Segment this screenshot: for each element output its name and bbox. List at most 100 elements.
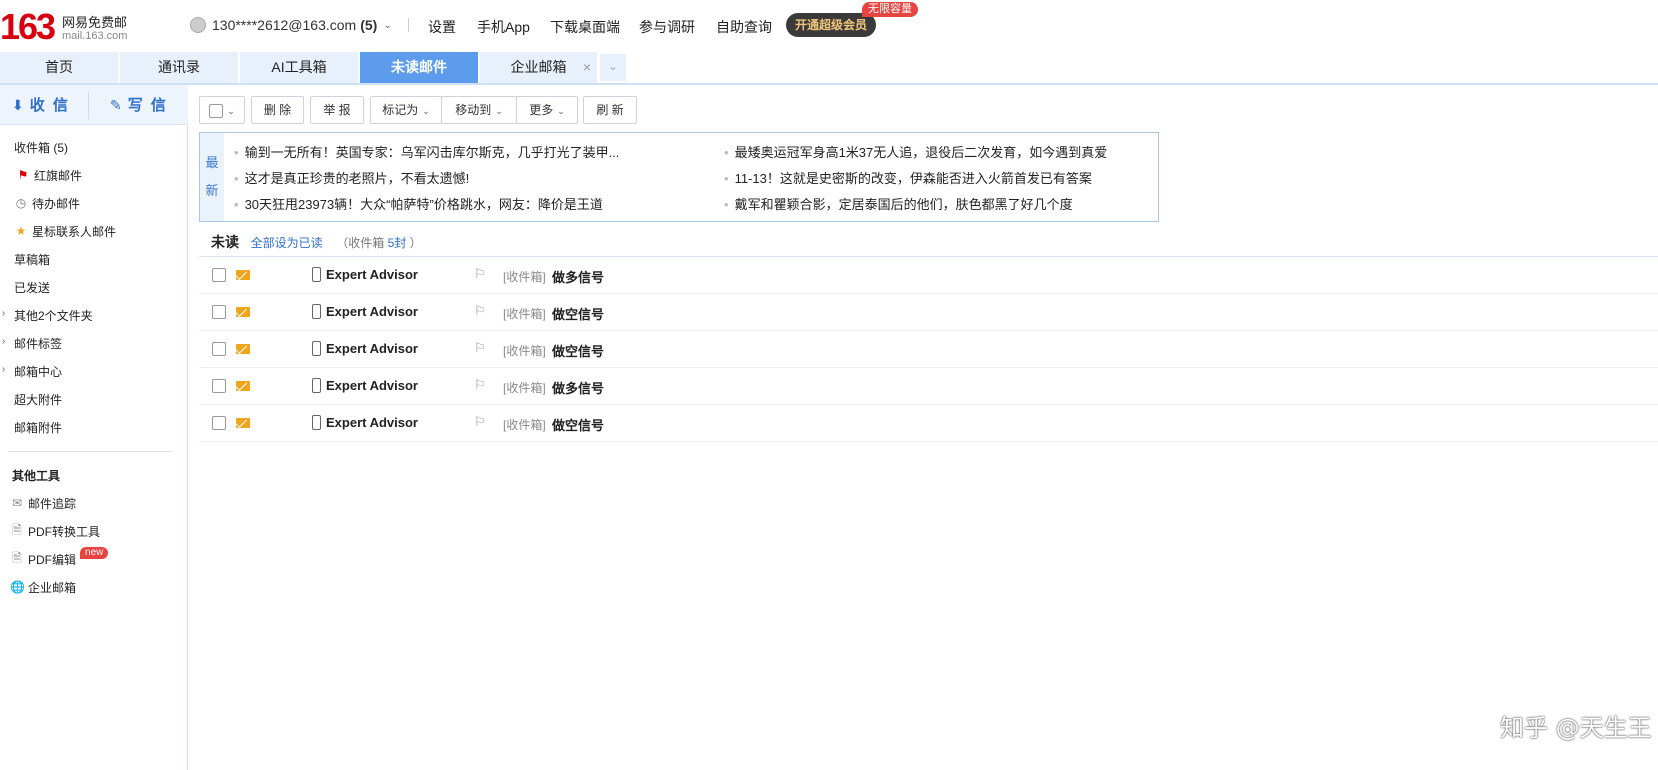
report-button[interactable]: 举 报 — [310, 96, 364, 124]
folder-label: 星标联系人邮件 — [32, 224, 117, 239]
move-to-label: 移动到 — [455, 103, 492, 117]
folder-label: 收件箱 (5) — [14, 140, 69, 155]
bullet-icon: • — [724, 171, 729, 186]
mobile-app-link[interactable]: 手机App — [477, 17, 530, 37]
receive-button[interactable]: ⬇ 收 信 — [12, 85, 70, 125]
move-to-dropdown[interactable]: 移动到 ⌄ — [441, 96, 517, 124]
row-checkbox[interactable] — [212, 379, 226, 393]
folder-starred-contacts[interactable]: ★ 星标联系人邮件 — [14, 222, 116, 240]
news-item[interactable]: • 30天狂甩23973辆！大众“帕萨特”价格跳水，网友：降价是王道 — [234, 194, 603, 213]
mail-subject: 做空信号 — [552, 307, 605, 322]
mail-row[interactable]: Expert Advisor ⚐ [收件箱] 做空信号 — [199, 294, 1658, 331]
mark-all-read-link[interactable]: 全部设为已读 — [251, 236, 323, 250]
folder-inbox[interactable]: 收件箱 (5) — [14, 138, 68, 156]
tool-pdf-edit[interactable]: 🗎 PDF编辑 new — [10, 547, 109, 568]
account-email: 130****2612@163.com — [212, 17, 357, 33]
folder-label: 已发送 — [14, 280, 51, 295]
folder-label: 超大附件 — [14, 392, 63, 407]
close-icon[interactable]: × — [583, 52, 591, 83]
folder-mail-center[interactable]: 邮箱中心 — [14, 362, 62, 380]
folder-large-attachments[interactable]: 超大附件 — [14, 390, 62, 408]
news-item[interactable]: • 戴军和瞿颖合影，定居泰国后的他们，肤色都黑了好几个度 — [724, 194, 1073, 213]
flag-icon[interactable]: ⚐ — [474, 266, 486, 282]
inbox-count-link[interactable]: 5封 — [388, 236, 407, 250]
mail-row[interactable]: Expert Advisor ⚐ [收件箱] 做多信号 — [199, 257, 1658, 294]
tab-more-chevron-icon[interactable]: ⌄ — [600, 54, 626, 81]
chevron-right-icon[interactable]: › — [2, 364, 5, 375]
mail-folder: [收件箱] — [503, 270, 546, 284]
mobile-phone-icon — [312, 341, 321, 356]
mail-row[interactable]: Expert Advisor ⚐ [收件箱] 做多信号 — [199, 368, 1658, 405]
chevron-down-icon: ⌄ — [227, 106, 235, 116]
row-checkbox[interactable] — [212, 342, 226, 356]
mail-sender: Expert Advisor — [326, 304, 418, 319]
mail-sender: Expert Advisor — [326, 415, 418, 430]
sidebar-actions: ⬇ 收 信 ✎ 写 信 — [0, 85, 188, 125]
select-all-dropdown[interactable]: ⌄ — [199, 96, 245, 124]
news-item[interactable]: • 11-13！这就是史密斯的改变，伊森能否进入火箭首发已有答案 — [724, 168, 1092, 187]
chevron-right-icon[interactable]: › — [2, 308, 5, 319]
watermark: 知乎 @天生王 — [1500, 714, 1652, 742]
flag-icon[interactable]: ⚐ — [474, 303, 486, 319]
survey-link[interactable]: 参与调研 — [639, 17, 695, 37]
tab-unread-mail[interactable]: 未读邮件 — [360, 52, 479, 83]
red-flag-icon: ⚑ — [17, 168, 29, 182]
flag-icon[interactable]: ⚐ — [474, 414, 486, 430]
mail-folder: [收件箱] — [503, 381, 546, 395]
more-dropdown[interactable]: 更多 ⌄ — [516, 96, 578, 124]
mail-folder: [收件箱] — [503, 307, 546, 321]
tab-contacts[interactable]: 通讯录 — [120, 52, 239, 83]
receive-label: 收 信 — [29, 97, 70, 114]
mail-subject: 做空信号 — [552, 344, 605, 359]
folder-other-folders[interactable]: 其他2个文件夹 — [14, 306, 93, 324]
row-checkbox[interactable] — [212, 268, 226, 282]
folder-sent[interactable]: 已发送 — [14, 278, 50, 296]
mail-folder: [收件箱] — [503, 344, 546, 358]
logo[interactable]: 163 — [0, 6, 56, 48]
news-item[interactable]: • 输到一无所有！英国专家：乌军闪击库尔斯克，几乎打光了装甲... — [234, 142, 619, 161]
settings-link[interactable]: 设置 — [428, 17, 456, 37]
tool-mail-tracking[interactable]: ✉ 邮件追踪 — [10, 494, 76, 512]
folder-label: 邮件标签 — [14, 336, 63, 351]
news-headline: 输到一无所有！英国专家：乌军闪击库尔斯克，几乎打光了装甲... — [244, 145, 620, 160]
select-all-checkbox[interactable] — [209, 103, 224, 118]
desktop-download-link[interactable]: 下载桌面端 — [550, 17, 620, 37]
mark-as-dropdown[interactable]: 标记为 ⌄ — [370, 96, 442, 124]
mail-row[interactable]: Expert Advisor ⚐ [收件箱] 做空信号 — [199, 331, 1658, 368]
mobile-phone-icon — [312, 415, 321, 430]
folder-todo[interactable]: ◷ 待办邮件 — [14, 194, 80, 212]
account-menu[interactable]: 130****2612@163.com (5) ⌄ — [190, 17, 392, 33]
unread-envelope-icon — [236, 270, 250, 280]
self-service-link[interactable]: 自助查询 — [716, 17, 772, 37]
folder-red-flag[interactable]: ⚑ 红旗邮件 — [16, 166, 82, 184]
bullet-icon: • — [234, 197, 239, 212]
mail-row[interactable]: Expert Advisor ⚐ [收件箱] 做空信号 — [199, 405, 1658, 442]
news-item[interactable]: • 最矮奥运冠军身高1米37无人追，退役后二次发育，如今遇到真爱 — [724, 142, 1107, 161]
tool-enterprise-mail[interactable]: 🌐 企业邮箱 — [10, 578, 76, 596]
folder-drafts[interactable]: 草稿箱 — [14, 250, 50, 268]
folder-label: 邮箱中心 — [14, 364, 63, 379]
more-label: 更多 — [529, 103, 554, 117]
tab-enterprise-mail[interactable]: 企业邮箱 × — [480, 52, 598, 83]
compose-button[interactable]: ✎ 写 信 — [110, 85, 168, 125]
folder-mailbox-attachments[interactable]: 邮箱附件 — [14, 418, 62, 436]
folder-label: 红旗邮件 — [34, 168, 83, 183]
tab-home[interactable]: 首页 — [0, 52, 119, 83]
folder-mail-tags[interactable]: 邮件标签 — [14, 334, 62, 352]
delete-button[interactable]: 删 除 — [251, 96, 304, 124]
unread-envelope-icon — [236, 307, 250, 317]
news-headline: 30天狂甩23973辆！大众“帕萨特”价格跳水，网友：降价是王道 — [244, 197, 603, 212]
divider — [88, 91, 89, 119]
star-icon: ★ — [15, 224, 27, 238]
unread-header: 未读 全部设为已读 （收件箱 5封 ） — [211, 232, 422, 252]
news-headline: 这才是真正珍贵的老照片，不看太遗憾! — [244, 171, 470, 186]
row-checkbox[interactable] — [212, 416, 226, 430]
chevron-right-icon[interactable]: › — [2, 336, 5, 347]
flag-icon[interactable]: ⚐ — [474, 340, 486, 356]
tab-ai-tools[interactable]: AI工具箱 — [240, 52, 359, 83]
refresh-button[interactable]: 刷 新 — [583, 96, 637, 124]
tool-pdf-convert[interactable]: 🗎 PDF转换工具 — [10, 522, 100, 540]
flag-icon[interactable]: ⚐ — [474, 377, 486, 393]
news-item[interactable]: • 这才是真正珍贵的老照片，不看太遗憾! — [234, 168, 469, 187]
row-checkbox[interactable] — [212, 305, 226, 319]
